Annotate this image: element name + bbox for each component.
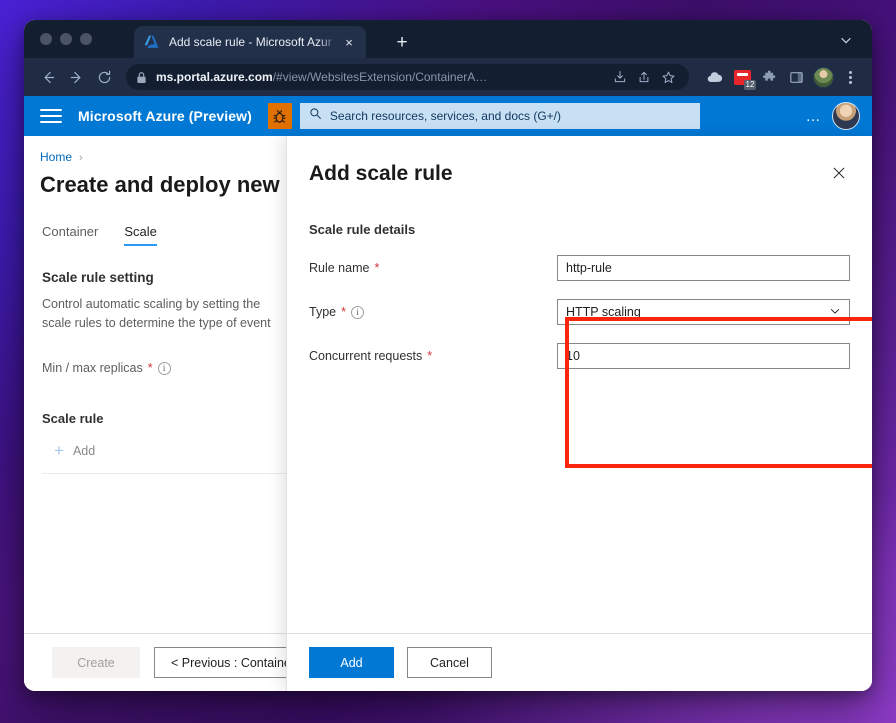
bookmark-star-icon[interactable] [657, 66, 679, 88]
breadcrumb-home-link[interactable]: Home [40, 150, 72, 164]
chevron-down-icon[interactable] [836, 32, 856, 48]
description-line-1: Control automatic scaling by setting the [42, 297, 260, 311]
required-asterisk: * [341, 305, 346, 319]
puzzle-extensions-icon[interactable] [757, 65, 781, 89]
maximize-window-button[interactable] [80, 33, 92, 45]
form-row-concurrent-requests: Concurrent requests * 10 [309, 343, 850, 369]
extension-badge-count: 12 [744, 80, 756, 90]
min-max-replicas-text: Min / max replicas [42, 361, 143, 375]
blade-header: Add scale rule [287, 136, 872, 186]
window-controls[interactable] [40, 33, 92, 45]
add-scale-rule-label: Add [73, 444, 95, 458]
new-tab-button[interactable]: + [391, 31, 413, 53]
browser-menu-icon[interactable] [838, 65, 862, 89]
form-row-rule-name: Rule name * http-rule [309, 255, 850, 281]
forward-icon[interactable] [62, 63, 90, 91]
reload-icon[interactable] [90, 63, 118, 91]
azure-brand-label[interactable]: Microsoft Azure (Preview) [78, 108, 252, 124]
url-text: ms.portal.azure.com/#view/WebsitesExtens… [156, 70, 487, 84]
browser-profile-avatar[interactable] [811, 65, 835, 89]
required-asterisk: * [374, 261, 379, 275]
close-window-button[interactable] [40, 33, 52, 45]
concurrent-requests-input[interactable]: 10 [557, 343, 850, 369]
azure-search-placeholder: Search resources, services, and docs (G+… [330, 109, 561, 123]
browser-tab-title: Add scale rule - Microsoft Azur [169, 35, 338, 49]
close-tab-button[interactable]: × [340, 33, 358, 51]
browser-title-bar: Add scale rule - Microsoft Azur × + [24, 20, 872, 58]
feedback-bug-icon[interactable] [268, 103, 292, 129]
cancel-button[interactable]: Cancel [407, 647, 492, 678]
sidebar-panel-icon[interactable] [784, 65, 808, 89]
more-actions-icon[interactable]: … [806, 108, 823, 125]
description-line-2: scale rules to determine the type of eve… [42, 316, 271, 330]
azure-header-actions: … [806, 102, 861, 130]
install-icon[interactable] [609, 66, 631, 88]
tab-scale[interactable]: Scale [124, 224, 157, 246]
azure-top-bar: Microsoft Azure (Preview) Search resourc… [24, 96, 872, 136]
recorder-extension-icon[interactable]: 12 [730, 65, 754, 89]
azure-logo-icon [144, 34, 160, 50]
close-icon[interactable] [828, 162, 850, 184]
hamburger-menu-icon[interactable] [40, 109, 62, 123]
browser-window: Add scale rule - Microsoft Azur × + [24, 20, 872, 691]
type-label-text: Type [309, 305, 336, 319]
share-icon[interactable] [633, 66, 655, 88]
type-select[interactable]: HTTP scaling [557, 299, 850, 325]
back-icon[interactable] [34, 63, 62, 91]
minimize-window-button[interactable] [60, 33, 72, 45]
cloud-icon[interactable] [703, 65, 727, 89]
rule-name-input[interactable]: http-rule [557, 255, 850, 281]
blade-body: Scale rule details Rule name * http-rule… [287, 186, 872, 369]
concurrent-requests-label: Concurrent requests * [309, 349, 557, 363]
tab-container[interactable]: Container [42, 224, 98, 246]
form-row-type: Type * i HTTP scaling [309, 299, 850, 325]
breadcrumb-separator: › [79, 152, 83, 164]
info-icon[interactable]: i [351, 306, 364, 319]
concurrent-requests-label-text: Concurrent requests [309, 349, 422, 363]
type-select-value: HTTP scaling [566, 305, 641, 319]
omnibox-actions [603, 66, 679, 88]
lock-icon [136, 71, 147, 84]
browser-extensions: 12 [703, 65, 862, 89]
azure-search-box[interactable]: Search resources, services, and docs (G+… [300, 103, 700, 129]
rule-name-label: Rule name * [309, 261, 557, 275]
account-avatar[interactable] [832, 102, 860, 130]
info-icon[interactable]: i [158, 362, 171, 375]
add-button[interactable]: Add [309, 647, 394, 678]
plus-icon: + [54, 442, 64, 459]
blade-footer: Add Cancel [287, 633, 872, 691]
required-asterisk: * [427, 349, 432, 363]
add-scale-rule-blade: Add scale rule Scale rule details Rule n… [286, 136, 872, 691]
address-bar[interactable]: ms.portal.azure.com/#view/WebsitesExtens… [126, 64, 689, 90]
required-asterisk: * [148, 361, 153, 375]
url-path: /#view/WebsitesExtension/ContainerA… [273, 70, 488, 84]
url-host: ms.portal.azure.com [156, 70, 273, 84]
browser-toolbar: ms.portal.azure.com/#view/WebsitesExtens… [24, 58, 872, 96]
azure-portal: Microsoft Azure (Preview) Search resourc… [24, 96, 872, 691]
browser-tab[interactable]: Add scale rule - Microsoft Azur × [134, 26, 366, 58]
create-button[interactable]: Create [52, 647, 140, 678]
scale-rule-details-heading: Scale rule details [309, 222, 850, 237]
type-label: Type * i [309, 305, 557, 319]
search-icon [309, 107, 322, 125]
blade-title: Add scale rule [309, 162, 453, 186]
chevron-down-icon [829, 305, 841, 320]
rule-name-label-text: Rule name [309, 261, 369, 275]
